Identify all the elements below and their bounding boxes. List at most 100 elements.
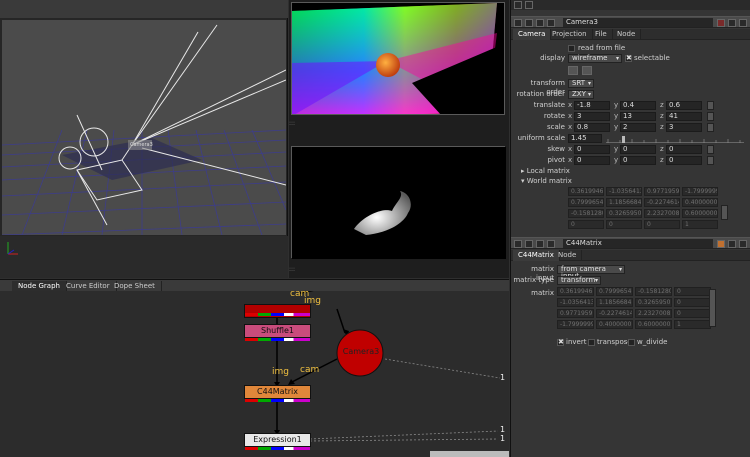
scale-z-field[interactable]: 3 [666,123,702,132]
scale-y-field[interactable]: 2 [620,123,656,132]
pivot-x-field[interactable]: 0 [574,156,610,165]
scale-x-field[interactable]: 0.8 [574,123,610,132]
matrix-cell[interactable]: -1.7999999 [557,320,594,329]
import-icon[interactable] [568,66,578,75]
world-matrix-cell: 0.60000002 [682,209,718,218]
transform-order-dropdown[interactable]: SRT [568,79,594,88]
matrix-cell[interactable]: 0.79996546 [596,287,633,296]
shuffle-node[interactable]: Shuffle1 [244,324,311,341]
matrix-cell[interactable]: 0 [674,298,711,307]
rotation-order-dropdown[interactable]: ZXY [568,90,594,99]
shuffle-node-label: Shuffle1 [261,326,294,335]
skew-y-field[interactable]: 0 [620,145,656,154]
node-graph-canvas[interactable]: Shuffle1 C44Matrix Expression1 Camera3 c… [0,291,509,457]
matrix-cell[interactable]: 2.23270082 [635,309,672,318]
slider-ticks-graphic [607,136,741,143]
c44matrix-node-name-field[interactable]: C44Matrix [563,239,713,248]
translate-curve-button[interactable] [707,101,714,110]
pivot-z-field[interactable]: 0 [666,156,702,165]
skew-z-axis: z [660,145,664,153]
node-color-icon[interactable] [536,19,544,27]
skew-x-field[interactable]: 0 [574,145,610,154]
node-color-swatch-icon[interactable] [717,240,725,248]
viewer-3d-viewport[interactable]: Camera3 [2,20,286,235]
undo-icon[interactable] [728,19,736,27]
pivot-curve-button[interactable] [707,156,714,165]
center-node-icon[interactable] [525,19,533,27]
translate-z-field[interactable]: 0.6 [666,101,702,110]
read-from-file-checkbox[interactable] [568,45,575,52]
world-matrix-toggle[interactable]: ▾ World matrix [521,177,572,186]
world-matrix-cell: 0.36199467 [568,187,604,196]
tab-projection[interactable]: Projection [547,29,593,40]
matrix-cell[interactable]: -1.0356413 [557,298,594,307]
matrix-cell[interactable]: -0.1581280 [635,287,672,296]
transpose-checkbox[interactable] [588,339,595,346]
shape-viewer[interactable] [291,146,506,259]
panel-icon[interactable] [514,1,522,9]
world-matrix-cell: 1.18566845 [606,198,642,207]
axis-tools-icon[interactable] [582,66,592,75]
rotate-z-field[interactable]: 41 [666,112,702,121]
local-matrix-toggle[interactable]: ▸ Local matrix [521,167,570,176]
matrix-cell[interactable]: 0 [674,287,711,296]
matrix-cell[interactable]: 0.32659507 [635,298,672,307]
float-panel-icon[interactable] [547,19,555,27]
close-icon[interactable] [739,19,747,27]
w-divide-checkbox[interactable] [628,339,635,346]
uniform-scale-slider[interactable] [606,134,744,143]
scale-curve-button[interactable] [707,123,714,132]
camera-node-name-field[interactable]: Camera3 [563,18,713,27]
node-color-swatch-icon[interactable] [717,19,725,27]
translate-x-field[interactable]: -1.8 [574,101,610,110]
translate-y-field[interactable]: 0.4 [620,101,656,110]
node-color-icon[interactable] [536,240,544,248]
matrix-cell[interactable]: 0.60000002 [635,320,672,329]
matrix-cell[interactable]: 0 [674,309,711,318]
rotate-z-axis: z [660,112,664,120]
c44matrix-node[interactable]: C44Matrix [244,385,311,402]
skew-curve-button[interactable] [707,145,714,154]
rotate-x-field[interactable]: 3 [574,112,610,121]
pivot-y-field[interactable]: 0 [620,156,656,165]
invert-checkbox[interactable] [557,338,564,346]
matrix-cell[interactable]: 0.36199467 [557,287,594,296]
pivot-z-axis: z [660,156,664,164]
collapse-icon[interactable] [514,19,522,27]
matrix-cell[interactable]: 0.40000001 [596,320,633,329]
gradient-viewer[interactable] [291,2,505,115]
uniform-scale-field[interactable]: 1.45 [568,134,602,143]
world-matrix-cell: -1.7999999 [682,187,718,196]
display-dropdown[interactable]: wireframe [568,54,622,63]
matrix-type-dropdown[interactable]: transform [557,276,601,285]
rotate-y-field[interactable]: 13 [620,112,656,121]
skew-z-field[interactable]: 0 [666,145,702,154]
tab-node[interactable]: Node [612,29,642,40]
world-matrix-label: World matrix [526,177,572,185]
expression-node[interactable]: Expression1 [244,433,311,450]
world-matrix-curve-button[interactable] [721,205,728,220]
tab-camera[interactable]: Camera [513,29,552,40]
rotate-curve-button[interactable] [707,112,714,121]
viewer-splitter-handle[interactable]: ::: [289,121,297,127]
read-node[interactable] [244,304,311,318]
viewer-3d[interactable]: Camera3 [0,0,288,278]
tab-file[interactable]: File [590,29,613,40]
collapse-icon[interactable] [514,240,522,248]
matrix-cell[interactable]: 1.18566845 [596,298,633,307]
translate-y-axis: y [614,101,619,109]
center-node-icon[interactable] [525,240,533,248]
matrix-cell[interactable]: 1 [674,320,711,329]
close-icon[interactable] [739,240,747,248]
selectable-label: selectable [634,54,670,62]
float-panel-icon[interactable] [547,240,555,248]
tab-c44-node[interactable]: Node [553,250,583,261]
matrix-cell[interactable]: 0.97719599 [557,309,594,318]
selectable-checkbox[interactable] [625,54,632,62]
matrix-curve-button[interactable] [709,289,716,327]
viewer-splitter-handle-2[interactable]: ::: [289,267,297,273]
panel-close-icon[interactable] [525,1,533,9]
undo-icon[interactable] [728,240,736,248]
matrix-input-dropdown[interactable]: from camera input [557,265,625,280]
matrix-cell[interactable]: -0.2274614 [596,309,633,318]
